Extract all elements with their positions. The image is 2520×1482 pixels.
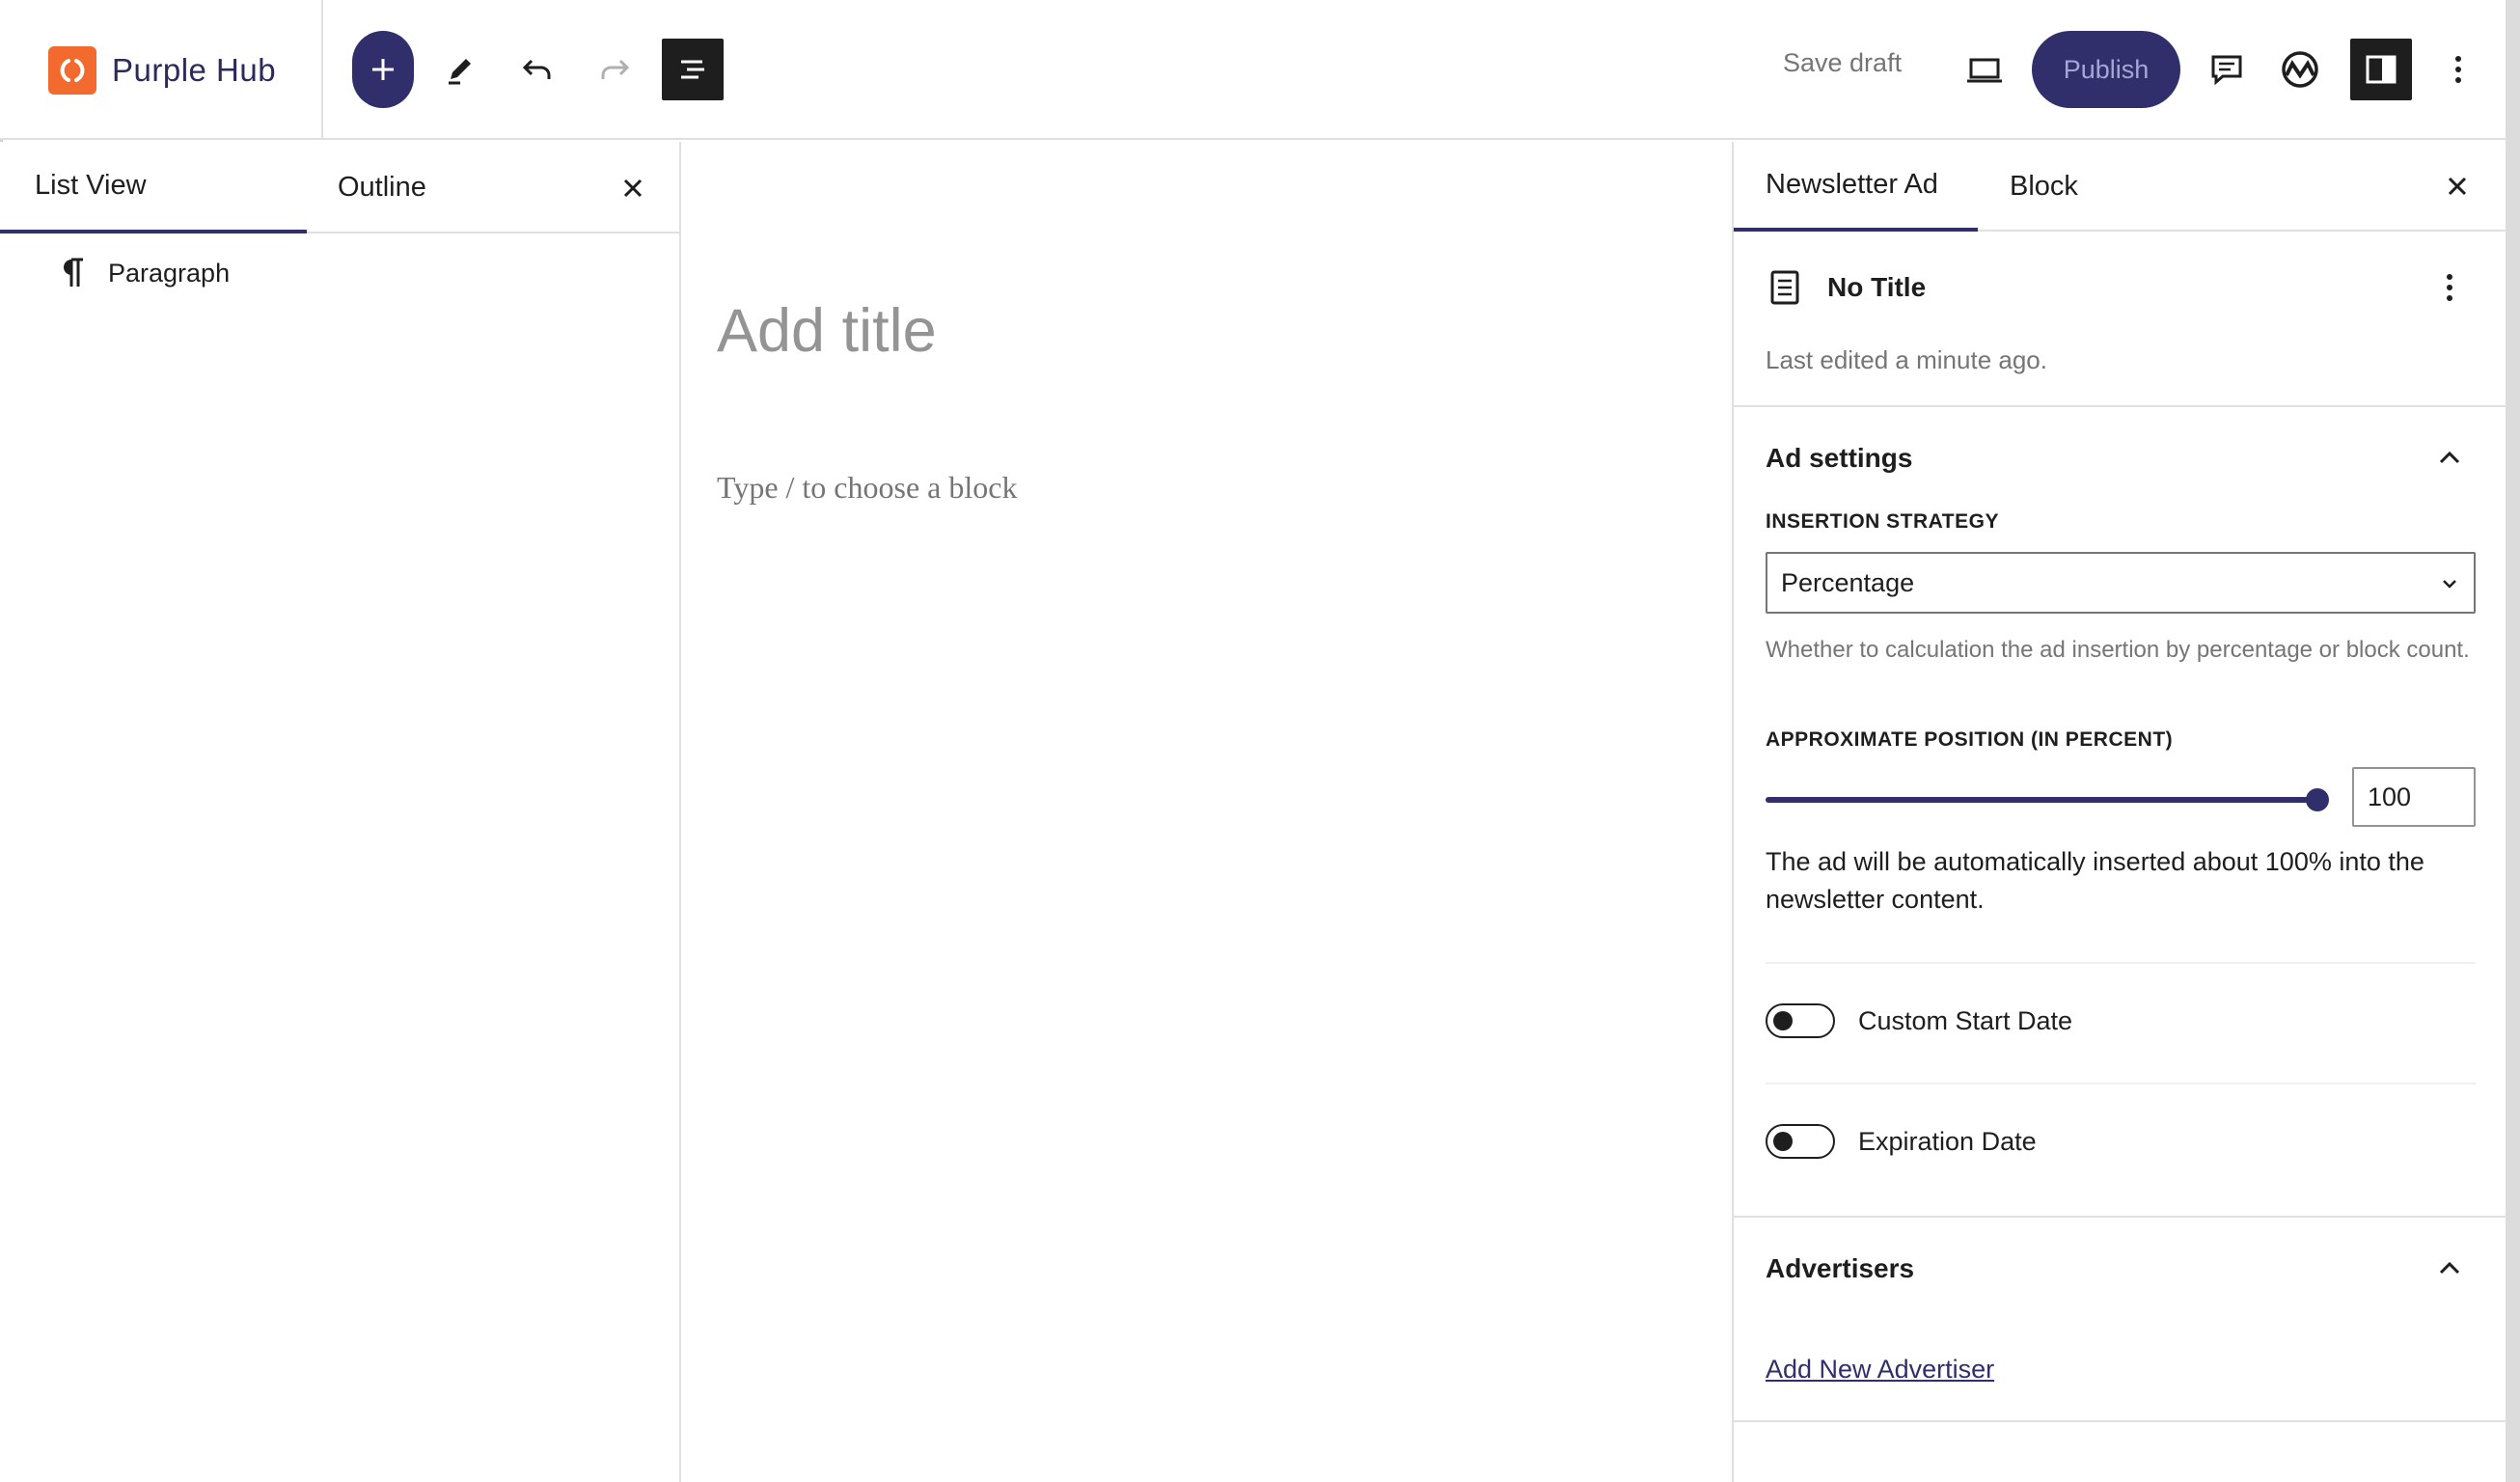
comment-icon [2211, 55, 2242, 86]
undo-button[interactable] [507, 39, 568, 100]
insertion-strategy-help: Whether to calculation the ad insertion … [1766, 637, 2470, 663]
save-draft-button[interactable]: Save draft [1783, 48, 1902, 78]
site-name: Purple Hub [112, 51, 277, 88]
list-item-label: Paragraph [108, 258, 231, 288]
tab-list-view[interactable]: List View [0, 142, 307, 233]
window-right-edge [2506, 0, 2520, 1482]
position-number-input[interactable]: 100 [2352, 767, 2476, 827]
editor-header: Purple Hub Save draft Publish [0, 0, 2506, 140]
block-inserter-button[interactable] [352, 31, 414, 108]
ad-settings-toggle-button[interactable] [2430, 438, 2469, 477]
custom-start-date-row: Custom Start Date [1766, 1002, 2072, 1040]
document-actions-button[interactable] [2430, 266, 2469, 309]
expiration-date-row: Expiration Date [1766, 1122, 2037, 1161]
position-note: The ad will be automatically inserted ab… [1766, 847, 2424, 914]
pencil-icon [449, 59, 471, 85]
tab-newsletter-ad[interactable]: Newsletter Ad [1734, 142, 1978, 232]
insertion-strategy-label: Insertion Strategy [1766, 510, 1999, 533]
position-slider-handle[interactable] [2306, 788, 2329, 811]
undo-icon [522, 59, 551, 79]
post-title-input[interactable]: Add title [717, 296, 937, 366]
document-overview-button[interactable] [662, 39, 724, 100]
newsletter-plugin-icon [2282, 51, 2318, 88]
custom-start-date-toggle[interactable] [1766, 1003, 1835, 1038]
chevron-down-icon [2443, 580, 2456, 589]
advertisers-panel: Advertisers Add New Advertiser [1734, 1220, 2506, 1422]
preview-button[interactable] [1954, 39, 2015, 100]
document-card: No Title Last edited a minute ago. [1734, 233, 2506, 407]
advertisers-toggle-button[interactable] [2430, 1249, 2469, 1287]
tab-outline[interactable]: Outline [338, 142, 426, 233]
ad-settings-heading[interactable]: Ad settings [1766, 443, 1912, 474]
desktop-icon [1967, 58, 2002, 83]
ad-settings-panel: Ad settings Insertion Strategy Percentag… [1734, 409, 2506, 1218]
add-new-advertiser-link[interactable]: Add New Advertiser [1766, 1355, 1994, 1385]
divider [1766, 962, 2476, 964]
list-view-panel: List View Outline Paragraph [0, 142, 681, 1482]
advertisers-heading[interactable]: Advertisers [1766, 1253, 1914, 1284]
paragraph-icon [64, 258, 83, 287]
settings-sidebar-button[interactable] [2350, 39, 2412, 100]
chevron-up-icon [2439, 451, 2460, 464]
tools-button[interactable] [429, 39, 491, 100]
editor-canvas: Add title Type / to choose a block [683, 142, 1732, 1482]
options-menu-button[interactable] [2427, 39, 2489, 100]
last-edited-text: Last edited a minute ago. [1766, 345, 2047, 374]
sidebar-toggle-icon [2366, 55, 2397, 84]
plugin-button[interactable] [2269, 39, 2331, 100]
site-hub[interactable]: Purple Hub [0, 0, 323, 140]
divider [1766, 1083, 2476, 1084]
redo-icon [601, 59, 630, 79]
position-slider-track[interactable] [1766, 797, 2320, 803]
close-icon [623, 178, 643, 198]
sidebar-tabs: Newsletter Ad Block [1734, 142, 2506, 232]
site-logo-icon [48, 45, 96, 95]
more-vertical-icon [2455, 56, 2461, 83]
custom-start-date-label: Custom Start Date [1858, 1005, 2073, 1035]
close-list-view-button[interactable] [614, 169, 652, 207]
document-icon [1768, 268, 1801, 312]
publish-button[interactable]: Publish [2032, 31, 2180, 108]
list-view-icon [681, 60, 704, 79]
close-sidebar-button[interactable] [2438, 167, 2477, 206]
expiration-date-label: Expiration Date [1858, 1126, 2037, 1156]
plus-icon [372, 59, 394, 80]
close-icon [2448, 177, 2467, 196]
document-title: No Title [1827, 272, 1927, 302]
list-item[interactable]: Paragraph [58, 250, 230, 296]
settings-sidebar: Newsletter Ad Block No Title Last edited… [1732, 142, 2506, 1482]
block-appender[interactable]: Type / to choose a block [717, 470, 1017, 506]
more-vertical-icon [2447, 274, 2452, 301]
expiration-date-toggle[interactable] [1766, 1124, 1835, 1159]
insertion-strategy-value: Percentage [1781, 567, 1915, 597]
tab-block[interactable]: Block [2010, 142, 2078, 232]
position-label: Approximate Position (in percent) [1766, 728, 2174, 751]
comments-button[interactable] [2196, 39, 2258, 100]
chevron-up-icon [2439, 1261, 2460, 1275]
redo-button[interactable] [584, 39, 645, 100]
insertion-strategy-select[interactable]: Percentage [1766, 552, 2476, 614]
list-view-tabs: List View Outline [0, 142, 679, 233]
